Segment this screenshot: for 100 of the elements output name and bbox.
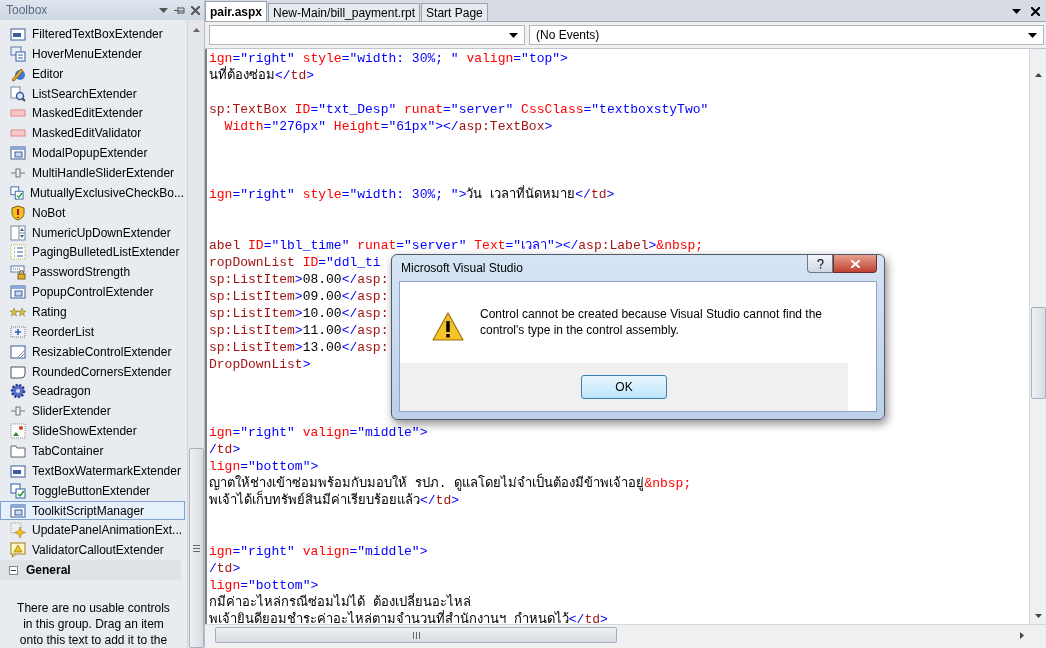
toolbox-item[interactable]: ResizableControlExtender xyxy=(0,341,185,362)
code-line: sp:ListItem>10.00</asp: xyxy=(208,305,389,322)
right-arrow-icon[interactable] xyxy=(1020,631,1024,639)
sparkle-icon xyxy=(10,522,26,539)
toolbox-item[interactable]: NoBot xyxy=(0,202,185,223)
up-arrow-icon[interactable] xyxy=(1034,73,1042,77)
gear-icon xyxy=(10,383,26,400)
grid-icon xyxy=(10,323,26,340)
scrollbar-thumb[interactable] xyxy=(188,448,204,648)
list-icon xyxy=(10,244,26,261)
toolbox-item[interactable]: ReorderList xyxy=(0,321,185,342)
toolbox-item[interactable]: ListSearchExtender xyxy=(0,83,185,104)
warning-icon xyxy=(432,312,464,341)
scrollbar[interactable] xyxy=(187,20,204,648)
toolbox-item[interactable]: PagingBulletedListExtender xyxy=(0,242,185,263)
code-line: ign="right" style="width: 30%; ">วัน เวลาที่นัดหมาย</td> xyxy=(208,186,615,203)
toolbox-item[interactable]: FilteredTextBoxExtender xyxy=(0,24,185,44)
dropdown-arrow-icon[interactable] xyxy=(1012,8,1021,14)
toolbox-item[interactable]: TabContainer xyxy=(0,441,185,461)
code-line: กมีค่าอะไหล่กรณีซ่อมไม่ได้ ต้องเปลี่ยนอะไหล่ xyxy=(208,594,471,610)
up-arrow-icon[interactable] xyxy=(192,28,200,32)
code-line: ign="right" valign="middle"> xyxy=(208,424,428,441)
code-line: พเจ้าได้เก็บทรัพย์สินมีค่าเรียบร้อยแล้ว</td> xyxy=(207,492,460,509)
scrollbar[interactable] xyxy=(205,624,1046,645)
code-line: abel ID="lbl_time" runat="server" Text="เวลา"></asp:Label>&nbsp; xyxy=(208,237,704,254)
code-line: sp:ListItem>11.00</asp: xyxy=(208,322,389,339)
code-line: ญาตให้ช่างเข้าซ่อมพร้อมกับมอบให้ รปภ. ดูแลโดยไม่จำเป็นต้องมีข้าพเจ้าอยู่&nbsp; xyxy=(207,475,692,492)
down-arrow-icon[interactable] xyxy=(1034,614,1042,618)
dropdown-arrow-icon[interactable] xyxy=(509,32,518,38)
document-tab[interactable]: New-Main/bill_payment.rpt xyxy=(268,3,421,21)
code-line: /td> xyxy=(208,560,241,577)
toolbox-item[interactable]: UpdatePanelAnimationExt... xyxy=(0,520,185,541)
toolbox-item[interactable]: PopupControlExtender xyxy=(0,282,185,303)
code-line: ign="right" style="width: 30%; " valign="top"> xyxy=(208,50,568,66)
toolbox-item[interactable]: ValidatorCalloutExtender xyxy=(0,540,185,561)
window-icon xyxy=(10,284,26,301)
close-icon[interactable] xyxy=(1031,6,1040,16)
toolbox-item[interactable]: NumericUpDownExtender xyxy=(0,222,185,243)
pin-icon[interactable] xyxy=(174,5,185,15)
toolbox-item[interactable]: ToolkitScriptManager xyxy=(0,500,185,521)
window-icon xyxy=(10,145,26,162)
code-line: Width="276px" Height="61px"></asp:TextBox> xyxy=(223,118,553,135)
code-line: lign="bottom"> xyxy=(208,577,319,594)
ok-button[interactable]: OK xyxy=(581,375,667,399)
toolbox-item[interactable]: Rating xyxy=(0,302,185,322)
scrollbar-thumb[interactable] xyxy=(215,627,617,643)
window-icon xyxy=(10,502,26,519)
scrollbar-thumb[interactable] xyxy=(1030,307,1046,399)
collapse-icon[interactable] xyxy=(9,565,18,575)
document-tab[interactable]: pair.aspx xyxy=(205,1,268,21)
code-line: lign="bottom"> xyxy=(208,458,319,475)
textbox-icon xyxy=(10,462,26,479)
lock-icon xyxy=(10,264,26,281)
code-line: ign="right" valign="middle"> xyxy=(208,543,428,560)
panel-title: Toolbox xyxy=(6,3,49,17)
toolbox-item[interactable]: ModalPopupExtender xyxy=(0,143,185,163)
empty-group-message: There are no usable controls in this group. Drag an item onto this text to add it to the xyxy=(16,600,171,648)
dropdown-value: (No Events) xyxy=(536,28,600,42)
help-button[interactable] xyxy=(807,255,833,273)
resize-icon xyxy=(10,343,26,360)
toolbox-item[interactable]: MutuallyExclusiveCheckBo... xyxy=(0,182,185,203)
grip-icon xyxy=(192,544,200,552)
corner-icon xyxy=(10,363,26,380)
toolbox-item[interactable]: Seadragon xyxy=(0,381,185,402)
close-button[interactable] xyxy=(833,255,877,273)
checkbox-icon xyxy=(10,184,24,201)
textbox-icon xyxy=(10,25,26,42)
toolbox-item[interactable]: RoundedCornersExtender xyxy=(0,361,185,382)
warning-icon xyxy=(10,542,26,559)
folder-icon xyxy=(10,442,26,459)
help-icon[interactable] xyxy=(816,258,824,269)
document-tab[interactable]: Start Page xyxy=(421,3,488,21)
toolbox-item[interactable]: MultiHandleSliderExtender xyxy=(0,163,185,183)
group-header[interactable]: General xyxy=(0,560,181,581)
dialog-title: Microsoft Visual Studio xyxy=(401,261,524,275)
grip-icon xyxy=(412,631,420,639)
code-line: ropDownList ID="ddl_ti xyxy=(208,254,381,271)
slideshow-icon xyxy=(10,423,26,440)
toolbox-item[interactable]: MaskedEditValidator xyxy=(0,123,185,144)
magnifier-icon xyxy=(10,85,26,102)
toolbox-item[interactable]: ToggleButtonExtender xyxy=(0,480,185,501)
code-line: sp:TextBox ID="txt_Desp" runat="server" CssClass="textboxstyTwo" xyxy=(208,101,709,118)
code-line: พเจ้ายินดียอมชำระค่าอะไหล่ตามจำนวนที่สำนักงานฯ กำหนดไว้</td> xyxy=(208,611,608,624)
checkbox-icon xyxy=(10,482,26,499)
dialog-message: Control cannot be created because Visual Studio cannot find the control's type in the control assembly. xyxy=(480,306,823,339)
toolbox-item[interactable]: SlideShowExtender xyxy=(0,421,185,442)
code-line: DropDownList> xyxy=(208,356,311,373)
code-line: sp:ListItem>09.00</asp: xyxy=(208,288,389,305)
toolbox-item[interactable]: PasswordStrength xyxy=(0,262,185,283)
toolbox-item[interactable]: SliderExtender xyxy=(0,401,185,422)
toolbox-item[interactable]: TextBoxWatermarkExtender xyxy=(0,460,185,481)
scrollbar[interactable] xyxy=(1029,49,1046,624)
code-line: sp:ListItem>08.00</asp: xyxy=(208,271,389,288)
toolbox-item[interactable]: Editor xyxy=(0,63,185,84)
toolbox-item[interactable]: HoverMenuExtender xyxy=(0,43,185,64)
event-dropdown[interactable]: (No Events) xyxy=(529,25,1044,45)
code-line: /td> xyxy=(208,441,241,458)
dropdown-arrow-icon[interactable] xyxy=(1028,32,1037,38)
toolbox-item[interactable]: MaskedEditExtender xyxy=(0,103,185,124)
shield-icon xyxy=(10,204,26,221)
